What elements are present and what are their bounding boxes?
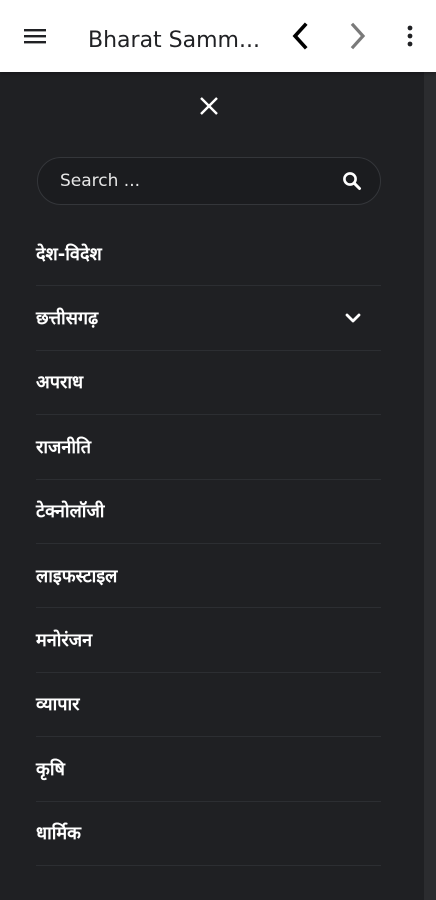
more-vertical-icon	[407, 25, 413, 47]
content-edge	[424, 72, 436, 900]
app-title: Bharat Samm...	[88, 28, 260, 53]
nav-item-label: कृषि	[36, 758, 65, 780]
nav-item-technology[interactable]: टेक्नोलॉजी	[36, 480, 381, 544]
nav-item-label: राजनीति	[36, 436, 91, 458]
nav-item-label: टेक्नोलॉजी	[36, 501, 105, 523]
more-options-button[interactable]	[392, 0, 428, 72]
chevron-left-icon	[292, 22, 308, 50]
close-drawer-button[interactable]	[193, 90, 225, 122]
back-button[interactable]	[278, 0, 322, 72]
chevron-right-icon	[350, 22, 366, 50]
search-input[interactable]	[60, 158, 320, 204]
chevron-down-icon[interactable]	[345, 310, 361, 326]
nav-item-label: धार्मिक	[36, 823, 81, 845]
forward-button[interactable]	[336, 0, 380, 72]
hamburger-icon	[24, 29, 46, 44]
menu-button[interactable]	[12, 0, 58, 72]
nav-item-chhattisgarh[interactable]: छत्तीसगढ़	[36, 286, 381, 351]
nav-item-label: मनोरंजन	[36, 630, 93, 652]
app-bar: Bharat Samm...	[0, 0, 436, 72]
nav-item-vyapar[interactable]: व्यापार	[36, 673, 381, 738]
nav-menu: देश-विदेश छत्तीसगढ़ अपराध राजनीति टेक्नो…	[36, 222, 381, 866]
nav-item-lifestyle[interactable]: लाइफस्टाइल	[36, 544, 381, 609]
search-icon[interactable]	[342, 171, 362, 191]
nav-item-label: लाइफस्टाइल	[36, 565, 118, 587]
navigation-drawer: देश-विदेश छत्तीसगढ़ अपराध राजनीति टेक्नो…	[0, 72, 424, 900]
nav-item-rajneeti[interactable]: राजनीति	[36, 415, 381, 480]
nav-item-desh-videsh[interactable]: देश-विदेश	[36, 222, 381, 287]
nav-item-dharmik[interactable]: धार्मिक	[36, 802, 381, 866]
nav-item-label: अपराध	[36, 372, 84, 394]
search-box	[37, 157, 381, 205]
close-icon	[200, 97, 218, 115]
nav-item-label: देश-विदेश	[36, 243, 102, 265]
nav-item-label: छत्तीसगढ़	[36, 308, 99, 330]
nav-item-label: व्यापार	[36, 694, 80, 716]
nav-item-krishi[interactable]: कृषि	[36, 737, 381, 802]
nav-item-apradh[interactable]: अपराध	[36, 351, 381, 416]
nav-item-manoranjan[interactable]: मनोरंजन	[36, 608, 381, 673]
